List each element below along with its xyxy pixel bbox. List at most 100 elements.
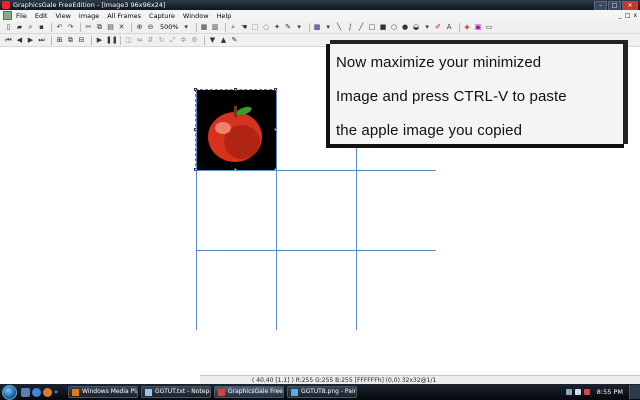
chevron-down-icon[interactable]: ▾: [423, 23, 432, 32]
start-button[interactable]: [2, 384, 17, 400]
next-frame-icon[interactable]: ▶: [26, 36, 35, 45]
layers-icon[interactable]: ▥: [211, 23, 220, 32]
text-tool-icon[interactable]: A: [445, 23, 454, 32]
paint-icon: [291, 388, 298, 396]
apple-tile[interactable]: [195, 89, 277, 171]
media-player-icon[interactable]: [43, 387, 52, 397]
pause-icon[interactable]: ❚❚: [106, 36, 118, 45]
delete-icon[interactable]: ✕: [117, 23, 126, 32]
lasso-select-icon[interactable]: ◌: [262, 23, 271, 32]
frame-icon[interactable]: ▣: [474, 23, 483, 32]
separator: [51, 35, 52, 45]
ellipse-outline-icon[interactable]: ○: [390, 23, 399, 32]
zoom-tool-icon[interactable]: ⌕: [229, 23, 238, 32]
flip-horizontal-icon[interactable]: ⇋: [135, 36, 144, 45]
chevron-down-icon[interactable]: ▾: [182, 23, 191, 32]
hand-tool-icon[interactable]: ☚: [240, 23, 249, 32]
search-icon[interactable]: ⌕: [26, 23, 35, 32]
zoom-icon[interactable]: ⊕: [135, 23, 144, 32]
menu-window[interactable]: Window: [183, 12, 209, 20]
last-frame-icon[interactable]: ⏭: [37, 36, 46, 45]
chevron-down-icon[interactable]: ▾: [324, 23, 333, 32]
preview-icon[interactable]: ▭: [485, 23, 494, 32]
window-title: GraphicsGale FreeEdition - [Image3 96x96…: [13, 1, 166, 9]
show-desktop-button[interactable]: [629, 385, 640, 399]
redo-icon[interactable]: ↷: [66, 23, 75, 32]
add-frame-icon[interactable]: ⊞: [55, 36, 64, 45]
task-label: Windows Media Pla...: [82, 388, 137, 395]
graphicsgale-icon: [218, 388, 225, 396]
effects-icon[interactable]: ✲: [179, 36, 188, 45]
ellipse-filled-icon[interactable]: ●: [401, 23, 410, 32]
rect-select-icon[interactable]: ⬚: [251, 23, 260, 32]
selection-handle-top[interactable]: [234, 88, 237, 91]
line-tool-icon[interactable]: ╲: [335, 23, 344, 32]
undo-icon[interactable]: ↶: [55, 23, 64, 32]
triangle-down-icon[interactable]: ▼: [208, 36, 217, 45]
grid-line-horizontal: [196, 170, 436, 171]
menu-bar: File Edit View Image All Frames Capture …: [0, 10, 640, 21]
task-notepad[interactable]: GGTUT.txt - Notepad: [141, 386, 211, 398]
menu-all-frames[interactable]: All Frames: [107, 12, 141, 20]
mdi-minimize-button[interactable]: _: [619, 12, 622, 19]
chevron-right-icon[interactable]: »: [54, 388, 63, 397]
resize-icon[interactable]: ⤢: [168, 36, 177, 45]
chevron-down-icon[interactable]: ▾: [295, 23, 304, 32]
network-icon[interactable]: [565, 389, 572, 395]
separator: [91, 35, 92, 45]
media-player-icon: [72, 388, 79, 396]
task-media-player[interactable]: Windows Media Pla...: [68, 386, 138, 398]
menu-help[interactable]: Help: [217, 12, 232, 20]
rectangle-filled-icon[interactable]: ■: [379, 23, 388, 32]
rectangle-outline-icon[interactable]: □: [368, 23, 377, 32]
grid-icon[interactable]: ▦: [200, 23, 209, 32]
eyedropper-icon[interactable]: ✎: [284, 23, 293, 32]
browser-icon[interactable]: [32, 387, 41, 397]
menu-edit[interactable]: Edit: [35, 12, 48, 20]
play-icon[interactable]: ▶: [95, 36, 104, 45]
pen-tool-icon[interactable]: ╱: [357, 23, 366, 32]
show-desktop-icon[interactable]: [21, 387, 30, 397]
magic-wand-icon[interactable]: ✦: [273, 23, 282, 32]
gear-icon[interactable]: ⚙: [190, 36, 199, 45]
fill-bucket-icon[interactable]: ◒: [412, 23, 421, 32]
duplicate-frame-icon[interactable]: ⧉: [66, 36, 75, 45]
security-icon[interactable]: [583, 389, 590, 395]
triangle-up-icon[interactable]: ▲: [219, 36, 228, 45]
curve-tool-icon[interactable]: ∫: [346, 23, 355, 32]
flip-vertical-icon[interactable]: ⇵: [146, 36, 155, 45]
pencil-icon[interactable]: ✎: [230, 36, 239, 45]
menu-view[interactable]: View: [55, 12, 70, 20]
separator: [51, 22, 52, 32]
volume-icon[interactable]: [574, 389, 581, 395]
copy-icon[interactable]: ⧉: [95, 23, 104, 32]
mdi-restore-button[interactable]: □: [625, 12, 631, 19]
task-graphicsgale[interactable]: GraphicsGale FreeEd...: [214, 386, 284, 398]
separator: [80, 22, 81, 32]
document-icon[interactable]: [3, 11, 12, 20]
task-paint[interactable]: GGTUT8.png - Paint: [287, 386, 357, 398]
menu-image[interactable]: Image: [79, 12, 99, 20]
onion-skin-icon[interactable]: ◫: [124, 36, 133, 45]
pattern-icon[interactable]: ▩: [313, 23, 322, 32]
first-frame-icon[interactable]: ⏮: [4, 36, 13, 45]
rotate-icon[interactable]: ↻: [157, 36, 166, 45]
separator: [308, 22, 310, 32]
brush-icon[interactable]: ✐: [434, 23, 443, 32]
clock[interactable]: 8:55 PM: [597, 388, 623, 396]
grid-line-horizontal: [196, 250, 436, 251]
new-file-icon[interactable]: ▯: [4, 23, 13, 32]
open-folder-icon[interactable]: ▰: [15, 23, 24, 32]
notepad-icon: [145, 388, 152, 396]
zoom-out-icon[interactable]: ⊖: [146, 23, 155, 32]
zoom-select[interactable]: 500%: [160, 23, 179, 31]
paste-icon[interactable]: ▤: [106, 23, 115, 32]
prev-frame-icon[interactable]: ◀: [15, 36, 24, 45]
cut-icon[interactable]: ✂: [84, 23, 93, 32]
palette-icon[interactable]: ◈: [463, 23, 472, 32]
menu-capture[interactable]: Capture: [149, 12, 175, 20]
save-icon[interactable]: ▪: [37, 23, 46, 32]
menu-file[interactable]: File: [16, 12, 27, 20]
mdi-close-button[interactable]: x: [633, 12, 637, 19]
delete-frame-icon[interactable]: ⊟: [77, 36, 86, 45]
